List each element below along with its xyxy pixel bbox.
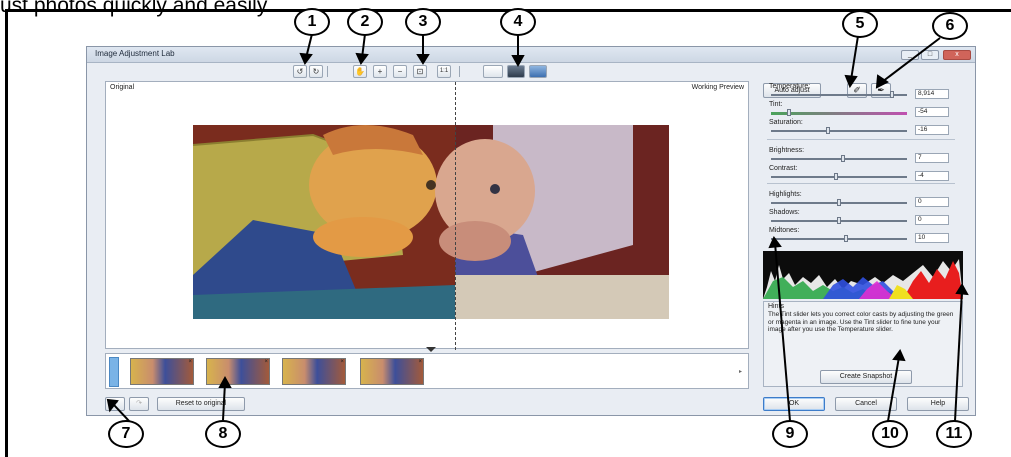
cancel-button[interactable]: Cancel	[835, 397, 897, 411]
snapshot-strip: × × × × ▸	[105, 353, 749, 389]
histogram-graph	[763, 251, 963, 299]
snapshot-thumbnail[interactable]: ×	[282, 358, 346, 385]
group-separator	[767, 183, 955, 184]
highlights-slider-thumb[interactable]	[837, 199, 841, 206]
contrast-label: Contrast:	[769, 165, 798, 172]
callout-1: 1	[294, 8, 330, 36]
highlights-label: Highlights:	[769, 191, 802, 198]
callout-11: 11	[936, 420, 972, 448]
strip-scroll-right[interactable]: ▸	[739, 368, 742, 375]
hints-title: Hints	[768, 303, 784, 310]
redo-button[interactable]: ↷	[129, 397, 149, 411]
brightness-slider-thumb[interactable]	[841, 155, 845, 162]
temperature-label: Temperature:	[769, 83, 811, 90]
hints-text: The Tint slider lets you correct color c…	[768, 311, 954, 333]
midtones-label: Midtones:	[769, 227, 800, 234]
splitter-handle[interactable]	[426, 347, 436, 352]
temperature-value-field[interactable]: 8,914	[915, 89, 949, 99]
brightness-label: Brightness:	[769, 147, 805, 154]
adjustment-panel: Auto adjust ✐ ✒ Temperature: 8,914 Tint: -5…	[759, 81, 967, 387]
pan-tool-button[interactable]: ✋	[353, 65, 367, 78]
undo-button[interactable]: ↶	[105, 397, 125, 411]
title-bar: Image Adjustment Lab _ □ x	[87, 47, 975, 63]
actual-size-button[interactable]: 1:1	[437, 65, 451, 78]
snapshot-thumbnail[interactable]: ×	[130, 358, 194, 385]
midtones-value-field[interactable]: 10	[915, 233, 949, 243]
tint-slider-thumb[interactable]	[787, 109, 791, 116]
help-button[interactable]: Help	[907, 397, 969, 411]
rotate-right-button[interactable]: ↻	[309, 65, 323, 78]
close-icon[interactable]: ×	[264, 359, 268, 365]
working-preview-label: Working Preview	[691, 84, 744, 91]
highlights-slider[interactable]	[771, 199, 907, 206]
window-title: Image Adjustment Lab	[95, 49, 175, 58]
contrast-slider[interactable]	[771, 173, 907, 180]
snapshot-thumbnail[interactable]: ×	[206, 358, 270, 385]
close-icon[interactable]: ×	[418, 359, 422, 365]
full-preview-button[interactable]	[483, 65, 503, 78]
brightness-value-field[interactable]: 7	[915, 153, 949, 163]
histogram	[763, 251, 963, 299]
callout-8: 8	[205, 420, 241, 448]
zoom-in-button[interactable]: +	[373, 65, 387, 78]
close-icon[interactable]: ×	[188, 359, 192, 365]
saturation-label: Saturation:	[769, 119, 803, 126]
callout-9: 9	[772, 420, 808, 448]
midtones-slider[interactable]	[771, 235, 907, 242]
preview-area[interactable]: Original Working Preview	[105, 81, 749, 350]
shadows-value-field[interactable]: 0	[915, 215, 949, 225]
maximize-button[interactable]: □	[921, 50, 939, 60]
saturation-slider[interactable]	[771, 127, 907, 134]
callout-4: 4	[500, 8, 536, 36]
saturation-value-field[interactable]: -16	[915, 125, 949, 135]
hints-panel: Hints The Tint slider lets you correct c…	[763, 301, 963, 387]
brightness-slider[interactable]	[771, 155, 907, 162]
split-preview-button[interactable]	[529, 65, 547, 78]
callout-5: 5	[842, 10, 878, 38]
tint-slider[interactable]	[771, 109, 907, 116]
highlights-value-field[interactable]: 0	[915, 197, 949, 207]
tint-value-field[interactable]: -54	[915, 107, 949, 117]
ok-button[interactable]: OK	[763, 397, 825, 411]
shadows-slider[interactable]	[771, 217, 907, 224]
callout-2: 2	[347, 8, 383, 36]
zoom-to-fit-button[interactable]: ⊡	[413, 65, 427, 78]
callout-10: 10	[872, 420, 908, 448]
close-button[interactable]: x	[943, 50, 971, 60]
callout-3: 3	[405, 8, 441, 36]
contrast-slider-thumb[interactable]	[834, 173, 838, 180]
original-label: Original	[110, 84, 135, 91]
callout-7: 7	[108, 420, 144, 448]
rotate-left-button[interactable]: ↺	[293, 65, 307, 78]
close-icon[interactable]: ×	[340, 359, 344, 365]
shadows-slider-thumb[interactable]	[837, 217, 841, 224]
photo-image	[193, 125, 669, 319]
callout-6: 6	[932, 12, 968, 40]
zoom-out-button[interactable]: −	[393, 65, 407, 78]
image-adjustment-lab-window: Image Adjustment Lab _ □ x ↺ ↻ ✋ + − ⊡ 1…	[86, 46, 976, 416]
minimize-button[interactable]: _	[901, 50, 919, 60]
toolbar-separator	[327, 66, 328, 77]
snapshot-thumbnail[interactable]: ×	[360, 358, 424, 385]
reset-to-original-button[interactable]: Reset to original	[157, 397, 245, 411]
create-snapshot-button[interactable]: Create Snapshot	[820, 370, 912, 384]
before-after-split-button[interactable]	[507, 65, 525, 78]
toolbar-separator	[459, 66, 460, 77]
strip-scroll-left[interactable]	[109, 357, 119, 387]
temperature-slider-thumb[interactable]	[890, 91, 894, 98]
baby-photo	[193, 125, 669, 319]
tint-label: Tint:	[769, 101, 783, 108]
contrast-value-field[interactable]: -4	[915, 171, 949, 181]
midtones-slider-thumb[interactable]	[844, 235, 848, 242]
split-divider[interactable]	[455, 82, 456, 350]
group-separator	[767, 139, 955, 140]
shadows-label: Shadows:	[769, 209, 800, 216]
saturation-slider-thumb[interactable]	[826, 127, 830, 134]
temperature-slider[interactable]	[771, 91, 907, 98]
